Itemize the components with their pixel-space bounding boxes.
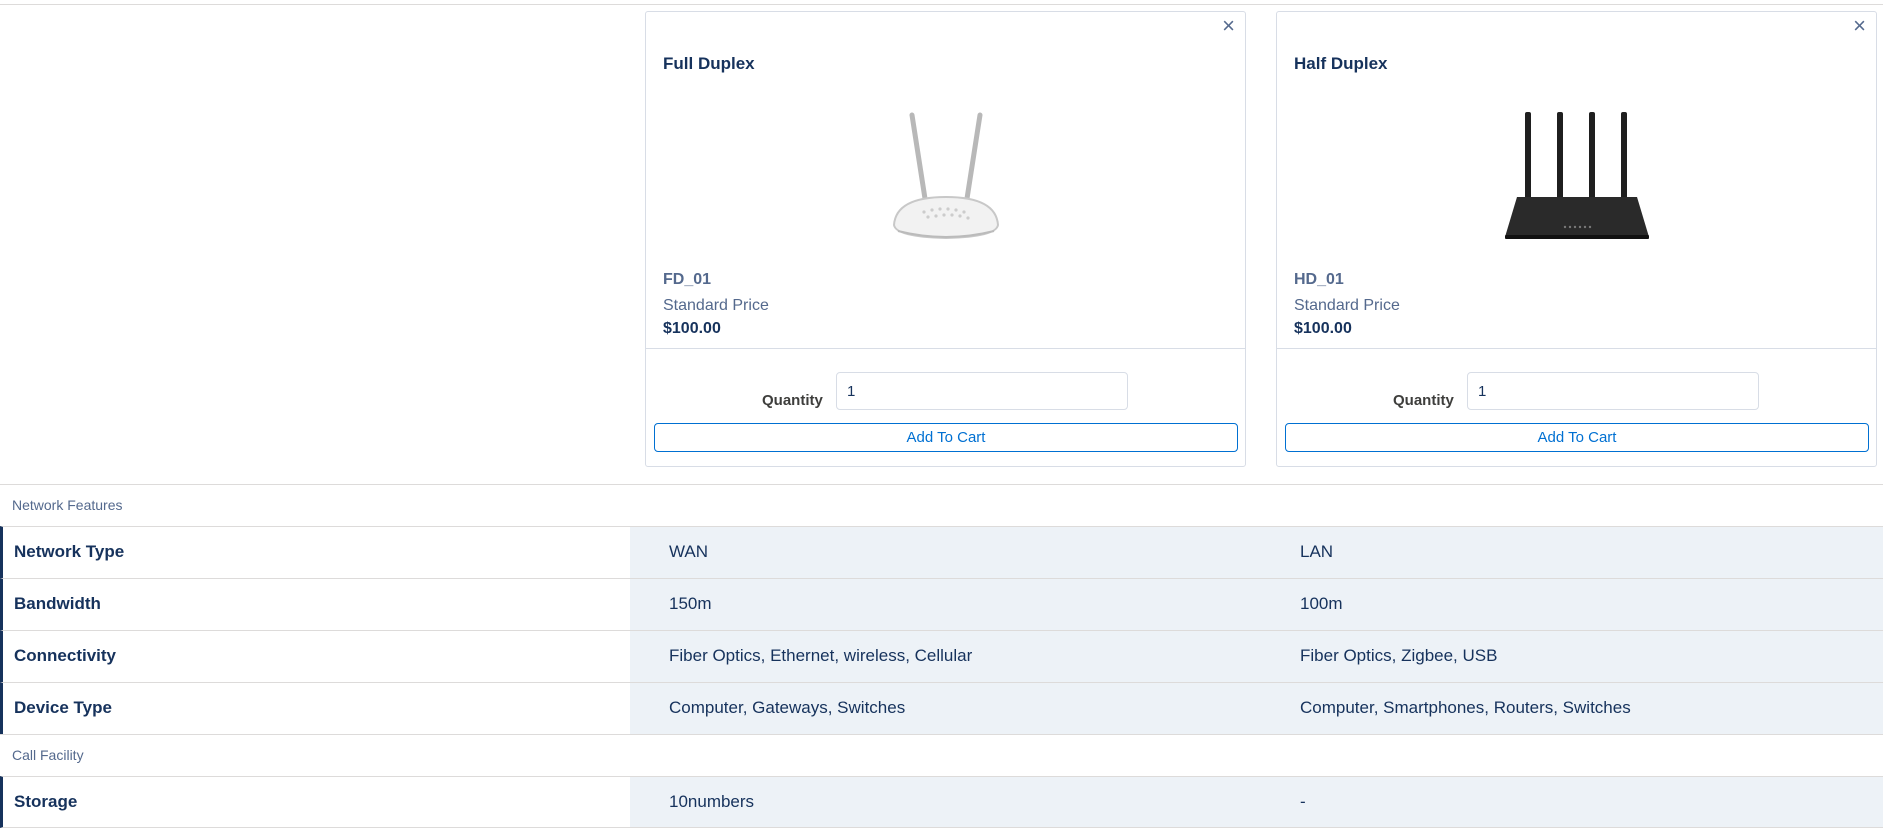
row-value-product-1: 10numbers bbox=[630, 777, 1261, 827]
product-title: Full Duplex bbox=[663, 54, 755, 73]
row-value-product-2: - bbox=[1261, 777, 1883, 827]
row-value-product-2: 100m bbox=[1261, 579, 1883, 630]
price-value: $100.00 bbox=[663, 320, 721, 337]
quantity-label: Quantity bbox=[762, 392, 823, 409]
section-header-call-facility: Call Facility bbox=[0, 734, 1883, 776]
router-black-four-antenna-icon bbox=[1477, 97, 1677, 257]
row-label: Connectivity bbox=[3, 631, 630, 682]
row-label: Bandwidth bbox=[3, 579, 630, 630]
row-value-product-2: Fiber Optics, Zigbee, USB bbox=[1261, 631, 1883, 682]
row-value-product-1: Fiber Optics, Ethernet, wireless, Cellul… bbox=[630, 631, 1261, 682]
row-label: Storage bbox=[3, 777, 630, 827]
row-value-product-1: 150m bbox=[630, 579, 1261, 630]
price-label: Standard Price bbox=[663, 297, 769, 314]
top-divider bbox=[0, 4, 1883, 5]
quantity-input[interactable] bbox=[836, 372, 1128, 410]
row-value-product-2: Computer, Smartphones, Routers, Switches bbox=[1261, 683, 1883, 734]
row-label: Device Type bbox=[3, 683, 630, 734]
product-card-half-duplex: × Half Duplex HD_01 Standard Price $100.… bbox=[1276, 11, 1877, 467]
product-title: Half Duplex bbox=[1294, 54, 1388, 73]
row-value-product-1: WAN bbox=[630, 527, 1261, 578]
row-value-product-2: LAN bbox=[1261, 527, 1883, 578]
compare-row-network-type: Network Type WAN LAN bbox=[0, 526, 1883, 578]
section-header-network-features: Network Features bbox=[0, 484, 1883, 526]
row-value-product-1: Computer, Gateways, Switches bbox=[630, 683, 1261, 734]
card-divider bbox=[1277, 348, 1876, 349]
price-label: Standard Price bbox=[1294, 297, 1400, 314]
add-to-cart-button[interactable]: Add To Cart bbox=[654, 423, 1238, 452]
compare-row-connectivity: Connectivity Fiber Optics, Ethernet, wir… bbox=[0, 630, 1883, 682]
close-icon[interactable]: × bbox=[1222, 14, 1235, 38]
product-code: FD_01 bbox=[663, 271, 712, 288]
quantity-label: Quantity bbox=[1393, 392, 1454, 409]
product-code: HD_01 bbox=[1294, 271, 1344, 288]
router-white-two-antenna-icon bbox=[846, 97, 1046, 257]
product-card-full-duplex: × Full Duplex FD_01 Standard Price $100.… bbox=[645, 11, 1246, 467]
compare-row-storage: Storage 10numbers - bbox=[0, 776, 1883, 828]
close-icon[interactable]: × bbox=[1853, 14, 1866, 38]
compare-row-device-type: Device Type Computer, Gateways, Switches… bbox=[0, 682, 1883, 734]
quantity-input[interactable] bbox=[1467, 372, 1759, 410]
compare-row-bandwidth: Bandwidth 150m 100m bbox=[0, 578, 1883, 630]
add-to-cart-button[interactable]: Add To Cart bbox=[1285, 423, 1869, 452]
price-value: $100.00 bbox=[1294, 320, 1352, 337]
card-divider bbox=[646, 348, 1245, 349]
row-label: Network Type bbox=[3, 527, 630, 578]
